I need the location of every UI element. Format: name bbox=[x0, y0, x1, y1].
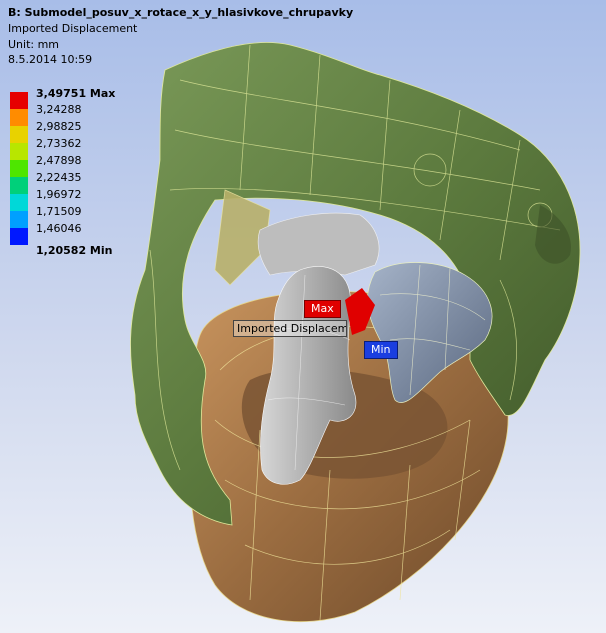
legend-band-3 bbox=[10, 143, 28, 160]
legend-band-0 bbox=[10, 92, 28, 109]
result-type: Imported Displacement bbox=[8, 22, 138, 35]
timestamp: 8.5.2014 10:59 bbox=[8, 53, 93, 66]
probe-label[interactable]: Imported Displacement bbox=[233, 320, 347, 337]
contour-legend[interactable]: 3,49751 Max 3,24288 2,98825 2,73362 2,47… bbox=[8, 88, 148, 263]
legend-band-7 bbox=[10, 211, 28, 228]
legend-band-2 bbox=[10, 126, 28, 143]
legend-level: 2,22435 bbox=[36, 171, 82, 184]
max-marker[interactable]: Max bbox=[304, 300, 341, 318]
legend-level: 1,96972 bbox=[36, 188, 82, 201]
legend-min-label: 1,20582 Min bbox=[36, 244, 113, 257]
legend-band-4 bbox=[10, 160, 28, 177]
legend-level: 3,24288 bbox=[36, 103, 82, 116]
analysis-title: B: Submodel_posuv_x_rotace_x_y_hlasivkov… bbox=[8, 6, 354, 19]
unit-label: Unit: mm bbox=[8, 38, 60, 51]
legend-level: 1,46046 bbox=[36, 222, 82, 235]
legend-band-6 bbox=[10, 194, 28, 211]
legend-max-label: 3,49751 Max bbox=[36, 87, 116, 100]
legend-level: 2,98825 bbox=[36, 120, 82, 133]
min-marker[interactable]: Min bbox=[364, 341, 398, 359]
legend-level: 2,73362 bbox=[36, 137, 82, 150]
legend-band-8 bbox=[10, 228, 28, 245]
legend-band-5 bbox=[10, 177, 28, 194]
legend-level: 2,47898 bbox=[36, 154, 82, 167]
legend-level: 1,71509 bbox=[36, 205, 82, 218]
legend-band-1 bbox=[10, 109, 28, 126]
